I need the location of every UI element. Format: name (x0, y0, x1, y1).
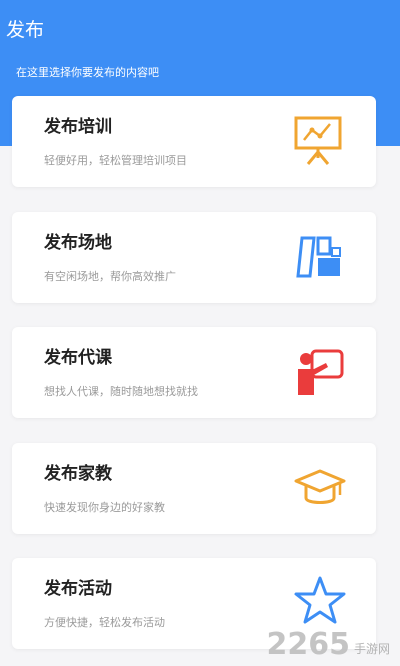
watermark-number: 2265 (266, 627, 350, 662)
watermark-text: 手游网 (353, 642, 390, 656)
publish-training-card[interactable]: 发布培训 轻便好用，轻松管理培训项目 (12, 96, 376, 187)
card-description: 想找人代课，随时随地想找就找 (44, 385, 198, 398)
card-description: 有空闲场地，帮你高效推广 (44, 270, 176, 283)
publish-tutor-card[interactable]: 发布家教 快速发现你身边的好家教 (12, 443, 376, 534)
site-watermark: 2265 手游网 (266, 622, 390, 662)
publish-substitute-card[interactable]: 发布代课 想找人代课，随时随地想找就找 (12, 327, 376, 418)
card-title: 发布家教 (44, 464, 112, 484)
card-description: 方便快捷，轻松发布活动 (44, 616, 165, 629)
page-title: 发布 (6, 19, 45, 41)
publish-venue-card[interactable]: 发布场地 有空闲场地，帮你高效推广 (12, 212, 376, 303)
venue-panels-icon (296, 236, 341, 278)
card-title: 发布活动 (44, 579, 112, 599)
card-description: 快速发现你身边的好家教 (44, 501, 165, 514)
card-title: 发布场地 (44, 233, 112, 253)
card-description: 轻便好用，轻松管理培训项目 (44, 154, 187, 167)
card-title: 发布代课 (44, 348, 112, 368)
card-title: 发布培训 (44, 117, 112, 137)
page-subtitle: 在这里选择你要发布的内容吧 (16, 66, 159, 79)
training-board-icon (294, 116, 342, 165)
teacher-presenting-icon (298, 349, 344, 395)
graduation-cap-icon (294, 469, 346, 504)
